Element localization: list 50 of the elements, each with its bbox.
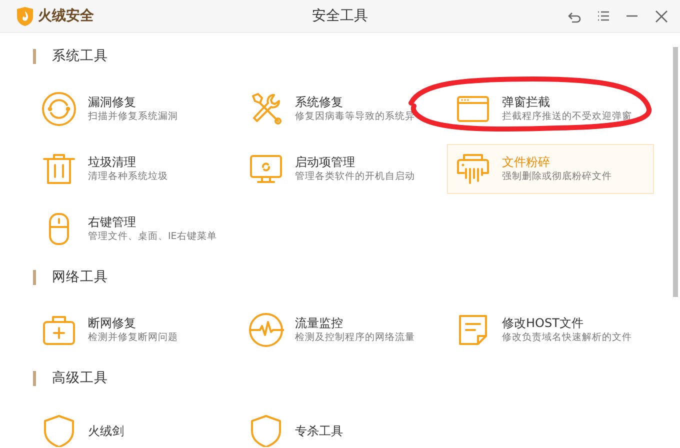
tool-name: 垃圾清理 (88, 154, 137, 170)
tool-name: 修改HOST文件 (502, 315, 584, 331)
shield-logo-icon (16, 6, 34, 26)
section-title: 高级工具 (52, 368, 108, 388)
tool-name: 系统修复 (295, 94, 344, 110)
scrollbar-thumb[interactable] (673, 47, 678, 297)
tool-item[interactable]: 火绒剑 (33, 406, 240, 447)
section-title: 网络工具 (52, 268, 108, 287)
menu-icon (596, 8, 610, 24)
tool-description: 管理文件、桌面、IE右键菜单 (88, 230, 217, 244)
refresh-circle-icon (41, 91, 77, 127)
tool-item[interactable]: 右键管理 管理文件、桌面、IE右键菜单 (33, 204, 240, 254)
close-icon (654, 8, 668, 24)
tool-item[interactable]: 弹窗拦截 拦截程序推送的不受欢迎弹窗 (447, 84, 654, 134)
tool-item[interactable]: 断网修复 检测并修复断网问题 (33, 305, 240, 355)
tool-item[interactable]: 流量监控 检测及控制程序的网络流量 (240, 305, 447, 355)
tool-description: 清理各种系统垃圾 (88, 170, 168, 184)
tool-item[interactable]: 启动项管理 管理各类软件的开机自启动 (240, 144, 447, 194)
tool-description: 扫描并修复系统漏洞 (88, 110, 178, 124)
tool-name: 流量监控 (295, 315, 344, 331)
window-title: 安全工具 (312, 8, 368, 24)
tool-item[interactable]: 垃圾清理 清理各种系统垃圾 (33, 144, 240, 194)
tool-item[interactable]: 专杀工具 (240, 406, 447, 447)
app-name: 火绒安全 (38, 6, 94, 26)
shield-icon (248, 413, 284, 447)
tool-item[interactable]: 文件粉碎 强制删除或彻底粉碎文件 (447, 144, 654, 194)
tool-name: 弹窗拦截 (502, 94, 551, 110)
tool-description: 修改负责域名快速解析的文件 (502, 331, 632, 345)
trash-icon (41, 151, 77, 187)
tool-description: 拦截程序推送的不受欢迎弹窗 (502, 110, 632, 124)
tool-name: 文件粉碎 (502, 154, 551, 170)
tool-description: 检测并修复断网问题 (88, 331, 178, 345)
shredder-icon (455, 151, 491, 187)
tool-name: 右键管理 (88, 214, 137, 230)
tool-name: 断网修复 (88, 315, 137, 331)
tool-name: 专杀工具 (295, 423, 343, 439)
tool-description: 强制删除或彻底粉碎文件 (502, 170, 612, 184)
tool-name: 漏洞修复 (88, 94, 137, 110)
section-title: 系统工具 (52, 46, 108, 66)
tool-description: 修复因病毒等导致的系统异 (295, 110, 415, 124)
pulse-circle-icon (248, 312, 284, 348)
tool-description: 管理各类软件的开机自启动 (295, 170, 415, 184)
tool-item[interactable]: 修改HOST文件 修改负责域名快速解析的文件 (447, 305, 654, 355)
tool-item[interactable]: 系统修复 修复因病毒等导致的系统异 (240, 84, 447, 134)
shield-icon (41, 413, 77, 447)
tool-name: 火绒剑 (88, 423, 124, 439)
tool-item[interactable]: 漏洞修复 扫描并修复系统漏洞 (33, 84, 240, 134)
tool-description: 检测及控制程序的网络流量 (295, 331, 415, 345)
tool-name: 启动项管理 (295, 154, 356, 170)
minimize-icon (626, 15, 638, 17)
